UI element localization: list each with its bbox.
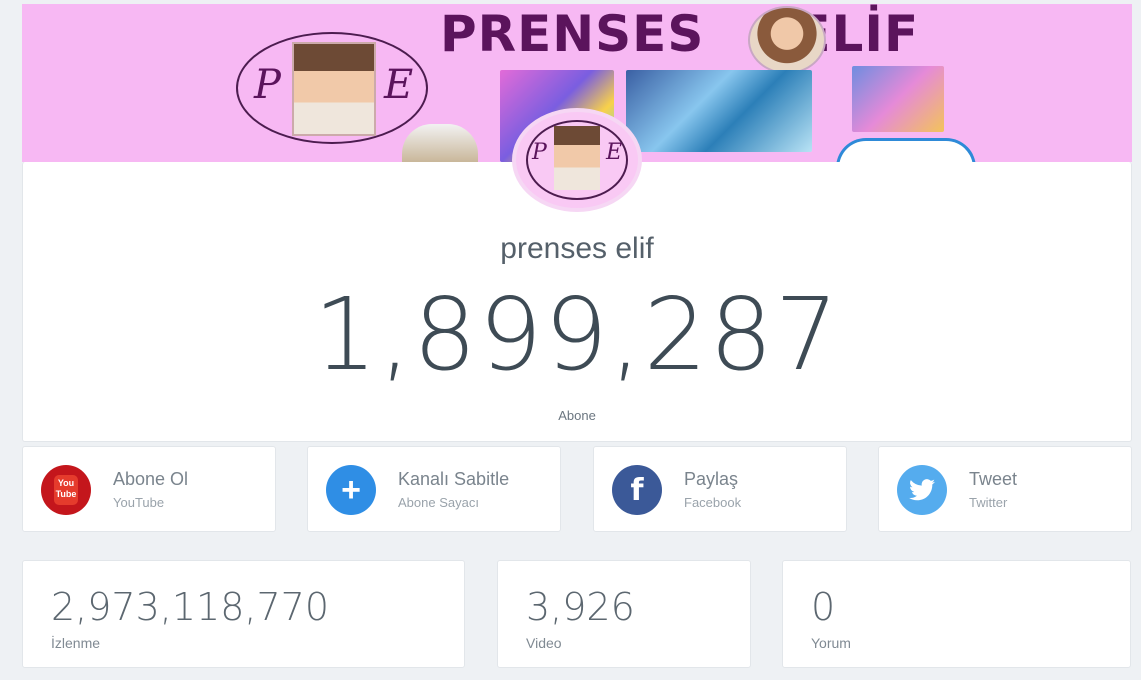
subscriber-count: 1,899,287 xyxy=(313,276,841,393)
tweet-label: Tweet xyxy=(969,469,1018,489)
pin-sub: Abone Sayacı xyxy=(398,495,479,510)
banner-logo-photo xyxy=(292,42,376,136)
videos-label: Video xyxy=(526,635,562,651)
views-stat-card: 2,973,118,770 İzlenme xyxy=(22,560,465,668)
subscribe-sub: YouTube xyxy=(113,495,165,510)
pin-label: Kanalı Sabitle xyxy=(398,469,510,489)
comments-label: Yorum xyxy=(811,635,851,651)
banner-title-face-image xyxy=(748,6,826,74)
cartoon-image xyxy=(402,124,478,162)
subscriber-label: Abone xyxy=(558,408,596,423)
comments-stat-card: 0 Yorum xyxy=(782,560,1131,668)
views-label: İzlenme xyxy=(51,635,101,651)
caillou-image xyxy=(836,138,976,162)
avatar-letter-p: P xyxy=(532,140,547,165)
logo-letter-p: P xyxy=(254,62,281,108)
banner-title-left: PRENSES xyxy=(440,5,705,63)
facebook-icon: f xyxy=(612,465,662,515)
channel-avatar[interactable]: P E xyxy=(512,108,642,212)
share-label: Paylaş xyxy=(684,469,739,489)
banner-title: PRENSES ELİF xyxy=(440,6,919,62)
channel-name: prenses elif xyxy=(500,232,654,265)
videos-stat-card: 3,926 Video xyxy=(497,560,751,668)
share-sub: Facebook xyxy=(684,495,742,510)
twitter-icon xyxy=(897,465,947,515)
comments-value: 0 xyxy=(811,585,836,629)
videos-value: 3,926 xyxy=(526,585,635,629)
subscribe-label: Abone Ol xyxy=(113,469,189,489)
logo-letter-e: E xyxy=(384,62,414,108)
views-value: 2,973,118,770 xyxy=(51,585,330,629)
avatar-letter-e: E xyxy=(606,140,623,165)
winx-image xyxy=(852,66,944,132)
avatar-photo xyxy=(554,126,600,190)
frozen-image xyxy=(626,70,812,152)
youtube-icon: You Tube xyxy=(41,465,91,515)
tweet-sub: Twitter xyxy=(969,495,1008,510)
tweet-button[interactable]: Tweet Twitter xyxy=(878,446,1132,532)
share-facebook-button[interactable]: f Paylaş Facebook xyxy=(593,446,847,532)
subscribe-youtube-button[interactable]: You Tube Abone Ol YouTube xyxy=(22,446,276,532)
pin-channel-button[interactable]: + Kanalı Sabitle Abone Sayacı xyxy=(307,446,561,532)
plus-icon: + xyxy=(326,465,376,515)
